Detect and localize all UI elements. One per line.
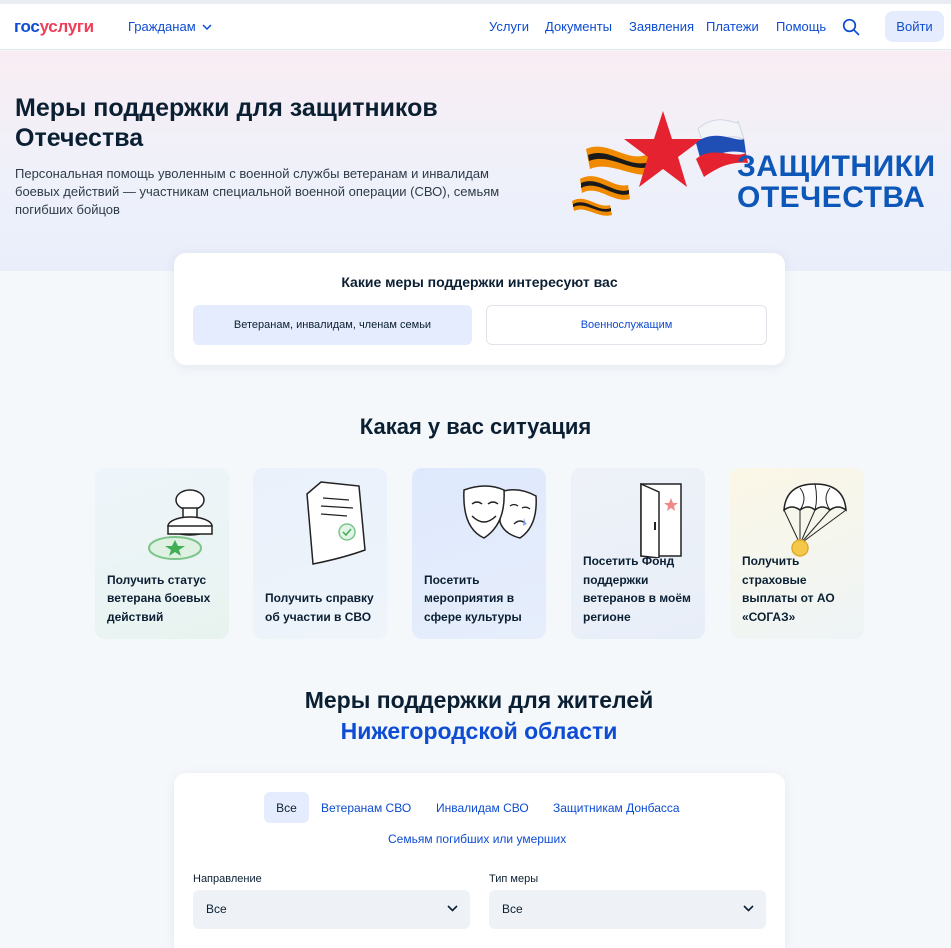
support-type-title: Какие меры поддержки интересуют вас xyxy=(341,274,618,290)
tile-insurance-payouts[interactable]: Получить страховые выплаты от АО «СОГАЗ» xyxy=(730,468,864,639)
tile-label: Посетить Фонд поддержки ветеранов в моём… xyxy=(583,554,691,624)
tab-svo-disabled[interactable]: Инвалидам СВО xyxy=(436,792,529,823)
nav-link-payments[interactable]: Платежи xyxy=(706,19,759,34)
nav-link-applications[interactable]: Заявления xyxy=(629,19,694,34)
situation-title: Какая у вас ситуация xyxy=(359,414,592,439)
hero-banner: Меры поддержки для защитников Отечества … xyxy=(0,51,951,271)
tile-label: Посетить мероприятия в сфере культуры xyxy=(424,572,522,624)
emblem-line-1: ЗАЩИТНИКИ xyxy=(737,150,936,183)
emblem-text: ЗАЩИТНИКИ ОТЕЧЕСТВА xyxy=(737,151,936,213)
support-type-card: Какие меры поддержки интересуют вас Вете… xyxy=(174,253,785,365)
page-title: Меры поддержки для защитников Отечества xyxy=(15,94,438,152)
gosuslugi-logo[interactable]: госуслуги xyxy=(14,17,94,37)
emblem-line-2: ОТЕЧЕСТВА xyxy=(737,181,926,214)
parachute-icon xyxy=(783,483,847,557)
tile-label: Получить справку об участии в СВО xyxy=(265,591,374,624)
document-icon xyxy=(306,481,366,565)
door-icon xyxy=(640,482,682,558)
option-military-button[interactable]: Военнослужащим xyxy=(486,305,767,345)
measure-type-select-value: Все xyxy=(502,902,523,916)
logo-part-gos: гос xyxy=(14,17,40,36)
region-name: Нижегородской области xyxy=(340,718,618,744)
stamp-icon xyxy=(148,489,213,560)
hero-description: Персональная помощь уволенным с военной … xyxy=(15,166,500,217)
chevron-down-icon xyxy=(447,905,458,912)
nav-link-help[interactable]: Помощь xyxy=(776,19,826,34)
tab-all[interactable]: Все xyxy=(264,792,309,823)
tab-donbass-defenders[interactable]: Защитникам Донбасса xyxy=(553,792,680,823)
search-icon[interactable] xyxy=(842,18,860,36)
tile-veterans-fund[interactable]: Посетить Фонд поддержки ветеранов в моём… xyxy=(571,468,705,639)
chevron-down-icon xyxy=(202,23,212,30)
role-selector-label: Гражданам xyxy=(128,19,196,34)
site-header: госуслуги Гражданам Услуги Документы Зая… xyxy=(0,4,951,50)
region-title: Меры поддержки для жителей xyxy=(304,687,654,713)
nav-link-services[interactable]: Услуги xyxy=(489,19,529,34)
direction-label: Направление xyxy=(193,873,262,885)
tile-label: Получить статус ветерана боевых действий xyxy=(107,572,211,624)
logo-part-uslugi: услуги xyxy=(39,17,95,36)
direction-select[interactable]: Все xyxy=(193,890,470,929)
chevron-down-icon xyxy=(743,905,754,912)
tile-veteran-status[interactable]: Получить статус ветерана боевых действий xyxy=(95,468,229,639)
nav-link-documents[interactable]: Документы xyxy=(545,19,612,34)
tab-svo-veterans[interactable]: Ветеранам СВО xyxy=(321,792,411,823)
theater-masks-icon xyxy=(463,485,537,539)
tile-svo-certificate[interactable]: Получить справку об участии в СВО xyxy=(253,468,387,639)
role-selector[interactable]: Гражданам xyxy=(128,19,212,34)
tab-families-of-deceased[interactable]: Семьям погибших или умерших xyxy=(388,823,566,854)
direction-select-value: Все xyxy=(206,902,227,916)
tile-culture-events[interactable]: Посетить мероприятия в сфере культуры xyxy=(412,468,546,639)
measure-type-label: Тип меры xyxy=(489,873,539,885)
region-filter-card: Все Ветеранам СВО Инвалидам СВО Защитник… xyxy=(174,773,785,948)
option-veterans-button[interactable]: Ветеранам, инвалидам, членам семьи xyxy=(193,305,472,345)
measure-type-select[interactable]: Все xyxy=(489,890,766,929)
tile-label: Получить страховые выплаты от АО «СОГАЗ» xyxy=(742,554,835,624)
login-button[interactable]: Войти xyxy=(885,11,944,42)
